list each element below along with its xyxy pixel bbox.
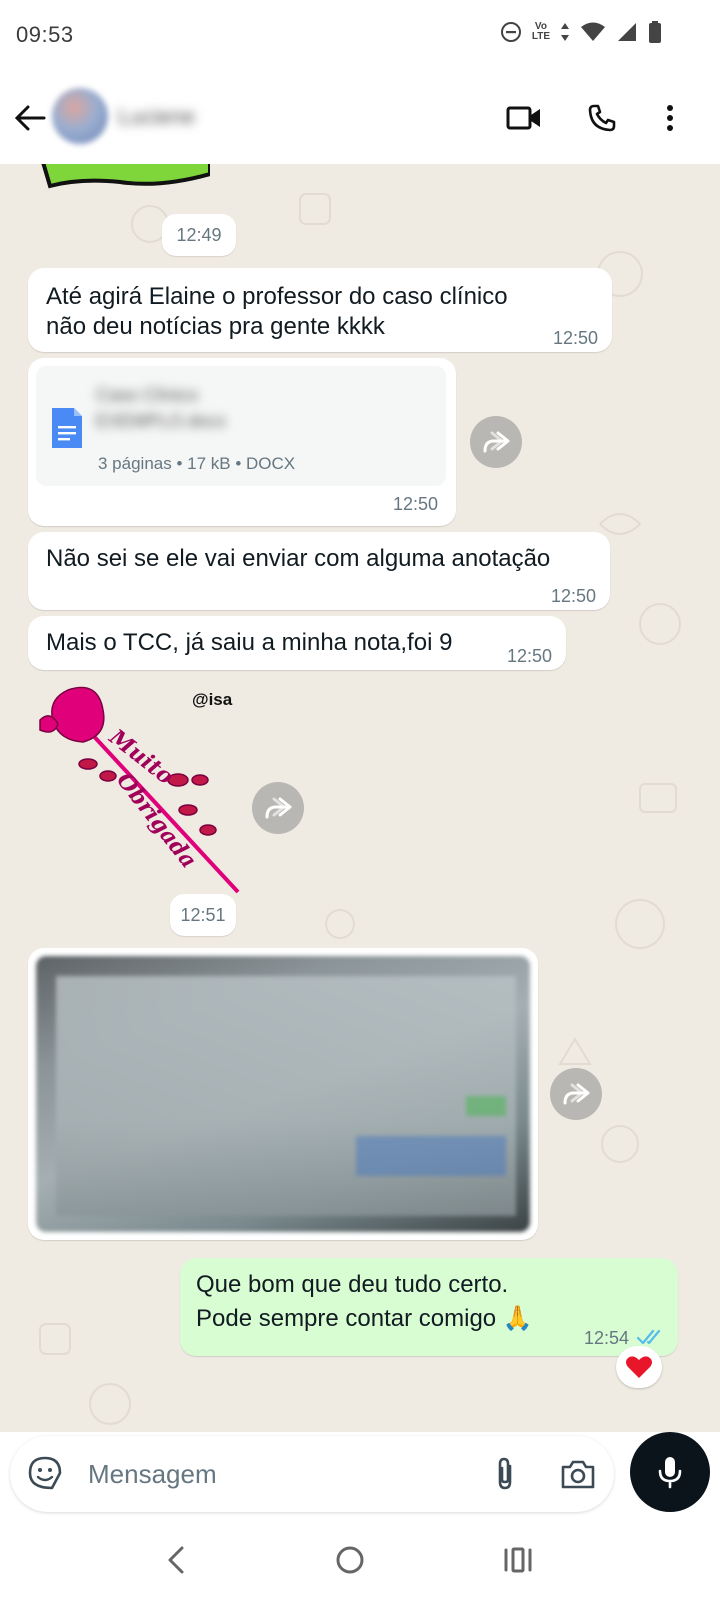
sticker-top[interactable] (40, 164, 210, 194)
back-button[interactable] (10, 96, 50, 140)
sticker-top-art (41, 164, 210, 189)
forward-icon (265, 797, 292, 819)
forward-button[interactable] (550, 1068, 602, 1120)
attach-icon[interactable] (492, 1456, 518, 1492)
forward-button[interactable] (470, 416, 522, 468)
nav-recents-icon (504, 1547, 532, 1573)
message-time: 12:50 (552, 328, 598, 348)
do-not-disturb-icon (500, 22, 521, 42)
wifi-icon (581, 22, 605, 41)
message-time: 12:54 (584, 1328, 630, 1348)
sticker-time: 12:51 (170, 894, 236, 936)
video-call-button[interactable] (502, 96, 546, 140)
status-bar: 09:53 Vo LTE (0, 0, 720, 72)
nav-recents-button[interactable] (494, 1536, 542, 1584)
volte-icon: Vo LTE (531, 21, 550, 42)
reaction-badge[interactable]: ❤️ (616, 1346, 662, 1388)
chat-area[interactable]: 12:49 Até agirá Elaine o professor do ca… (0, 164, 720, 1432)
forward-icon (563, 1083, 590, 1105)
status-time: 09:53 (16, 22, 74, 47)
heart-icon (626, 1356, 652, 1378)
system-nav-bar (0, 1520, 720, 1600)
avatar[interactable] (52, 88, 108, 144)
nav-home-icon (336, 1546, 364, 1574)
battery-icon (649, 21, 661, 43)
sticker-username: @isa (192, 690, 233, 709)
forward-icon (483, 431, 510, 453)
phone-icon (588, 104, 616, 132)
read-receipt-icon (636, 1329, 661, 1345)
sticker-rose[interactable]: Muito Obrigada @isa (28, 680, 248, 898)
nav-back-button[interactable] (152, 1536, 200, 1584)
message-input[interactable]: Mensagem (10, 1436, 614, 1512)
message-bubble-incoming[interactable]: Até agirá Elaine o professor do caso clí… (28, 268, 612, 352)
message-input-placeholder: Mensagem (88, 1459, 217, 1489)
rose-sticker-art: Muito Obrigada (39, 686, 240, 894)
message-text: Até agirá Elaine o professor do caso clí… (46, 283, 508, 310)
message-bubble-outgoing[interactable]: Que bom que deu tudo certo. Pode sempre … (180, 1258, 678, 1356)
message-text: não deu notícias pra gente kkkk (46, 313, 385, 340)
forward-button[interactable] (252, 782, 304, 834)
message-bubble-incoming[interactable]: Não sei se ele vai enviar com alguma ano… (28, 532, 610, 610)
document-name-line: Caso Clínico (96, 385, 199, 405)
document-icon (52, 408, 82, 448)
nav-home-button[interactable] (326, 1536, 374, 1584)
signal-icon (618, 23, 636, 41)
voice-call-button[interactable] (580, 96, 624, 140)
chat-header: Luciene (0, 72, 720, 164)
message-text: Que bom que deu tudo certo. (196, 1271, 509, 1298)
status-icons: Vo LTE (500, 20, 662, 44)
document-meta: 3 páginas • 17 kB • DOCX (98, 454, 296, 473)
sticker-top-time: 12:49 (162, 214, 236, 256)
message-text: Mais o TCC, já saiu a minha nota,foi 9 (46, 629, 453, 656)
data-arrows-icon (561, 23, 569, 41)
message-time: 12:50 (392, 494, 438, 514)
nav-back-icon (168, 1546, 184, 1574)
image-bubble[interactable] (28, 948, 538, 1240)
document-card[interactable]: Caso Clínico EXEMPLO.docx 3 páginas • 17… (36, 366, 446, 486)
image-thumbnail[interactable] (36, 956, 530, 1232)
sticker-icon[interactable] (28, 1456, 62, 1490)
message-time: 12:50 (506, 646, 552, 666)
more-vert-icon (667, 105, 673, 131)
input-bar: Mensagem (0, 1432, 720, 1520)
message-bubble-incoming[interactable]: Mais o TCC, já saiu a minha nota,foi 9 1… (28, 616, 566, 670)
voice-message-button[interactable] (630, 1432, 710, 1512)
message-time: 12:50 (550, 586, 596, 606)
message-text: Pode sempre contar comigo 🙏 (196, 1305, 533, 1332)
document-name: Caso Clínico EXEMPLO.docx (96, 382, 296, 434)
message-text: Não sei se ele vai enviar com alguma ano… (46, 545, 551, 572)
video-call-icon (506, 106, 540, 130)
back-arrow-icon (14, 105, 46, 131)
document-bubble[interactable]: Caso Clínico EXEMPLO.docx 3 páginas • 17… (28, 358, 456, 526)
camera-icon[interactable] (560, 1458, 596, 1490)
microphone-icon (658, 1457, 682, 1489)
document-name-line: EXEMPLO.docx (96, 411, 227, 431)
more-options-button[interactable] (648, 96, 692, 140)
contact-name[interactable]: Luciene (118, 104, 195, 130)
